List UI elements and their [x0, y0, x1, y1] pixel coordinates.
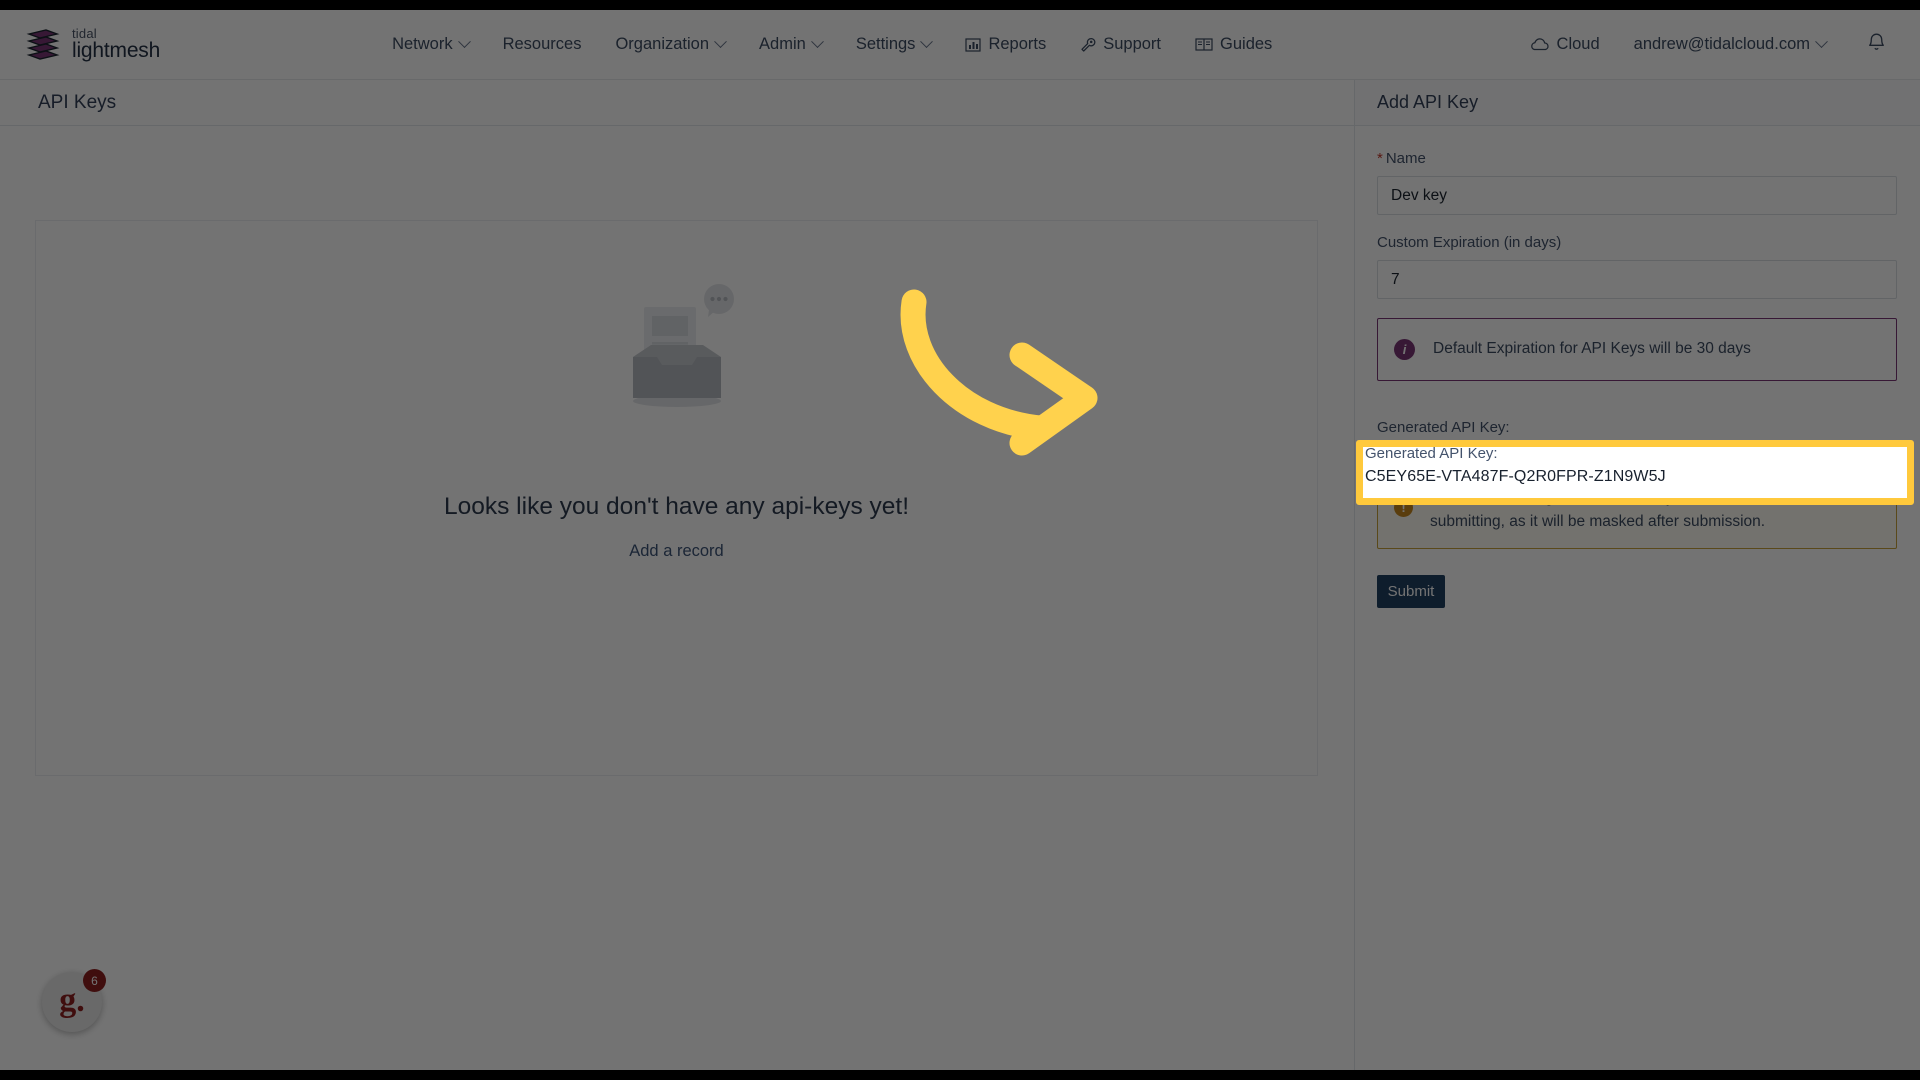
drawer-header: Add API Key [1355, 80, 1920, 126]
nav-item-resources[interactable]: Resources [486, 10, 599, 80]
primary-nav-items: Network Resources Organization Admin Set… [375, 10, 1289, 80]
screen-root: tidal lightmesh Network Resources Organi… [0, 0, 1920, 1080]
nav-label-reports: Reports [988, 35, 1047, 53]
nav-item-guides[interactable]: Guides [1178, 10, 1289, 80]
nav-item-settings[interactable]: Settings [839, 10, 949, 80]
chevron-down-icon [1815, 35, 1828, 49]
notifications-button[interactable] [1843, 32, 1920, 58]
name-input[interactable]: Dev key [1377, 176, 1897, 215]
nav-label-resources: Resources [502, 35, 582, 53]
top-navigation-bar: tidal lightmesh Network Resources Organi… [0, 10, 1920, 80]
name-label-text: Name [1385, 150, 1426, 167]
book-icon [1195, 37, 1213, 52]
empty-state-message: Looks like you don't have any api-keys y… [444, 493, 909, 520]
info-alert-text: Default Expiration for API Keys will be … [1433, 340, 1751, 358]
nav-label-settings: Settings [855, 35, 916, 53]
nav-right-cluster: Cloud andrew@tidalcloud.com [1513, 10, 1920, 80]
chevron-down-icon [920, 35, 934, 49]
brand-logo[interactable]: tidal lightmesh [26, 27, 160, 63]
chat-support-widget[interactable]: g. 6 [42, 969, 106, 1032]
default-expiration-info-alert: i Default Expiration for API Keys will b… [1377, 318, 1897, 381]
chart-bar-icon [965, 37, 982, 53]
cloud-icon [1530, 37, 1550, 52]
drawer-body: * Name Dev key Custom Expiration (in days… [1355, 126, 1920, 609]
required-marker: * [1377, 150, 1383, 167]
account-menu[interactable]: andrew@tidalcloud.com [1617, 10, 1843, 80]
empty-state: Looks like you don't have any api-keys y… [36, 283, 1317, 561]
expiration-field-label: Custom Expiration (in days) [1377, 234, 1562, 251]
nav-item-reports[interactable]: Reports [948, 10, 1063, 80]
submit-button[interactable]: Submit [1377, 575, 1445, 609]
bell-icon [1867, 32, 1886, 58]
nav-label-support: Support [1103, 35, 1162, 53]
chevron-down-icon [457, 35, 471, 49]
chevron-down-icon [714, 35, 727, 49]
nav-item-network[interactable]: Network [375, 10, 486, 80]
drawer-title: Add API Key [1377, 92, 1479, 112]
page-header: API Keys [0, 80, 1354, 126]
nav-item-organization[interactable]: Organization [598, 10, 742, 80]
nav-label-network: Network [392, 35, 453, 53]
account-email: andrew@tidalcloud.com [1633, 35, 1810, 53]
wrench-icon [1080, 37, 1096, 53]
add-a-record-link[interactable]: Add a record [629, 542, 723, 561]
api-keys-card: Looks like you don't have any api-keys y… [35, 220, 1318, 776]
page-title: API Keys [38, 91, 117, 113]
warning-alert-text: Please save the generated API Key somewh… [1430, 489, 1841, 531]
brand-name-bottom: lightmesh [72, 39, 161, 63]
main-content: Looks like you don't have any api-keys y… [0, 126, 1354, 1070]
brand-name-top: tidal [72, 25, 97, 41]
nav-item-cloud[interactable]: Cloud [1513, 10, 1617, 80]
nav-label-cloud: Cloud [1556, 35, 1600, 53]
nav-label-guides: Guides [1220, 35, 1273, 53]
generated-key-label: Generated API Key: [1377, 419, 1510, 436]
add-api-key-drawer: Add API Key * Name Dev key Custom Expirat… [1354, 80, 1920, 1070]
tidal-lightmesh-logo-icon [26, 28, 60, 61]
chat-unread-badge: 6 [83, 969, 106, 992]
browser-viewport: tidal lightmesh Network Resources Organi… [0, 10, 1920, 1070]
gainsight-logo-icon: g. [59, 982, 85, 1019]
nav-item-admin[interactable]: Admin [742, 10, 839, 80]
nav-label-organization: Organization [615, 35, 710, 53]
expiration-input[interactable]: 7 [1377, 260, 1897, 299]
chevron-down-icon [810, 35, 824, 49]
empty-inbox-icon [607, 283, 747, 415]
nav-label-admin: Admin [759, 35, 806, 53]
brand-wordmark: tidal lightmesh [72, 27, 160, 63]
save-key-warning-alert: ! Please save the generated API Key some… [1377, 471, 1897, 550]
info-icon: i [1394, 339, 1415, 360]
name-field-label: * Name [1377, 150, 1898, 167]
warning-icon: ! [1394, 498, 1413, 517]
generated-key-value[interactable]: C5EY65E-VTA487F-Q2R0FPR-Z1N9W5J [1377, 441, 1898, 459]
nav-item-support[interactable]: Support [1063, 10, 1178, 80]
